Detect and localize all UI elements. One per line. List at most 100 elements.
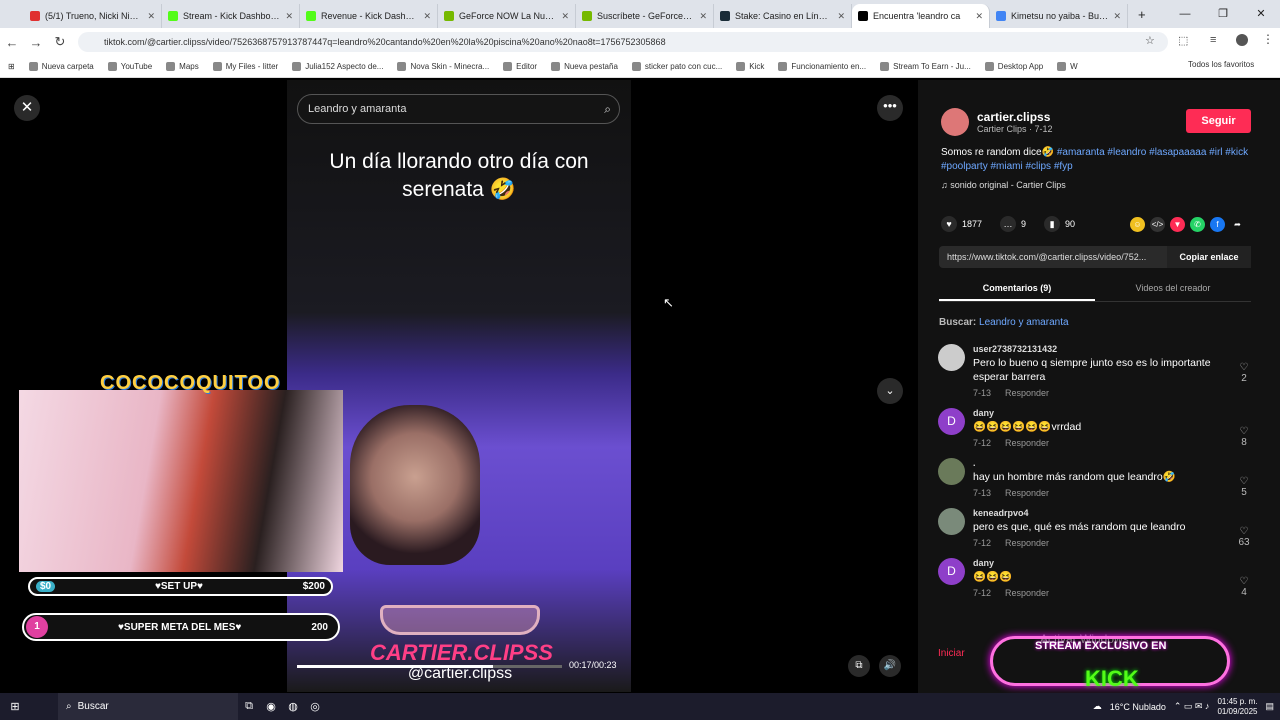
- copy-link-button[interactable]: Copiar enlace: [1167, 246, 1251, 268]
- back-icon[interactable]: ←: [0, 35, 24, 50]
- new-tab-icon[interactable]: +: [1138, 7, 1146, 22]
- obs-icon[interactable]: ◎: [304, 700, 326, 713]
- forward-icon[interactable]: →: [24, 35, 48, 50]
- more-icon[interactable]: •••: [877, 95, 903, 121]
- browser-tab[interactable]: Encuentra 'leandro ca ✕: [852, 4, 990, 28]
- chrome-icon[interactable]: ◉: [260, 700, 282, 713]
- comment-username[interactable]: dany: [973, 558, 1253, 568]
- heart-icon[interactable]: ♡: [1235, 362, 1253, 373]
- avatar[interactable]: D: [938, 558, 965, 585]
- avatar[interactable]: [938, 508, 965, 535]
- reply-button[interactable]: Responder: [1005, 588, 1049, 598]
- comment-username[interactable]: keneadrpvo4: [973, 508, 1253, 518]
- comment-like[interactable]: ♡ 5: [1235, 476, 1253, 498]
- profile-avatar[interactable]: [1236, 34, 1248, 46]
- maximize-icon[interactable]: ❐: [1204, 0, 1242, 28]
- facebook-icon[interactable]: f: [1210, 217, 1225, 232]
- heart-icon[interactable]: ♥: [941, 216, 957, 232]
- tab-creator-videos[interactable]: Videos del creador: [1095, 280, 1251, 301]
- whatsapp-icon[interactable]: ✆: [1190, 217, 1205, 232]
- comment-like[interactable]: ♡ 2: [1235, 362, 1253, 384]
- avatar[interactable]: [938, 344, 965, 371]
- comment-like[interactable]: ♡ 63: [1235, 526, 1253, 548]
- bookmark-item[interactable]: Nueva pestaña: [551, 62, 618, 71]
- close-tab-icon[interactable]: ✕: [147, 11, 155, 22]
- weather-text[interactable]: 16°C Nublado: [1110, 702, 1166, 712]
- bookmark-icon[interactable]: ▮: [1044, 216, 1061, 232]
- close-tab-icon[interactable]: ✕: [837, 11, 845, 22]
- avatar[interactable]: D: [938, 408, 965, 435]
- close-tab-icon[interactable]: ✕: [975, 11, 983, 22]
- search-input[interactable]: Leandro y amaranta ⌕: [297, 94, 620, 124]
- reply-button[interactable]: Responder: [1005, 538, 1049, 548]
- comment-icon[interactable]: …: [1000, 216, 1017, 232]
- comment-username[interactable]: .: [973, 458, 1253, 468]
- heart-icon[interactable]: ♡: [1235, 576, 1253, 587]
- browser-tab[interactable]: Revenue - Kick Dashboard ✕: [300, 4, 438, 28]
- comment-like[interactable]: ♡ 8: [1235, 426, 1253, 448]
- bookmark-item[interactable]: Maps: [166, 62, 199, 71]
- reload-icon[interactable]: ↻: [48, 34, 72, 50]
- apps-icon[interactable]: ⊞: [8, 62, 15, 71]
- extensions-icon[interactable]: ⬚: [1178, 34, 1188, 47]
- comment-username[interactable]: user2738732131432: [973, 344, 1253, 354]
- url-input[interactable]: tiktok.com/@cartier.clipss/video/7526368…: [78, 32, 1168, 52]
- heart-icon[interactable]: ♡: [1235, 526, 1253, 537]
- avatar[interactable]: [938, 458, 965, 485]
- bookmark-item[interactable]: Julia152 Aspecto de...: [292, 62, 383, 71]
- bookmark-item[interactable]: Stream To Earn - Ju...: [880, 62, 971, 71]
- bookmark-item[interactable]: Desktop App: [984, 62, 1043, 71]
- close-tab-icon[interactable]: ✕: [561, 11, 569, 22]
- star-icon[interactable]: ☆: [1145, 34, 1155, 47]
- sound-link[interactable]: ♫ sonido original - Cartier Clips: [941, 180, 1066, 190]
- heart-icon[interactable]: ♡: [1235, 476, 1253, 487]
- share-arrow-icon[interactable]: ➦: [1230, 217, 1245, 232]
- bookmark-item[interactable]: My Files - Iitter: [212, 62, 278, 71]
- browser-tab[interactable]: GeForce NOW La Nueva ✕: [438, 4, 576, 28]
- browser-tab[interactable]: Stake: Casino en Línea y ✕: [714, 4, 852, 28]
- bookmark-item[interactable]: Editor: [503, 62, 537, 71]
- progress-bar[interactable]: [297, 665, 562, 668]
- bookmark-item[interactable]: Kick: [736, 62, 764, 71]
- close-icon[interactable]: ✕: [14, 95, 40, 121]
- chevron-down-icon[interactable]: ⌄: [877, 378, 903, 404]
- task-view-icon[interactable]: ⧉: [238, 700, 260, 713]
- send-icon[interactable]: ▼: [1170, 217, 1185, 232]
- tab-comments[interactable]: Comentarios (9): [939, 280, 1095, 301]
- bookmark-item[interactable]: Nueva carpeta: [28, 62, 94, 71]
- reading-list-icon[interactable]: ≡: [1210, 34, 1216, 46]
- bookmark-item[interactable]: Funcionamiento en...: [778, 62, 866, 71]
- creator-username[interactable]: cartier.clipss: [977, 110, 1053, 124]
- discord-icon[interactable]: ◍: [282, 700, 304, 713]
- close-tab-icon[interactable]: ✕: [285, 11, 293, 22]
- avatar[interactable]: [941, 108, 969, 136]
- search-icon[interactable]: ⌕: [604, 95, 611, 123]
- bookmark-item[interactable]: YouTube: [107, 62, 152, 71]
- coin-icon[interactable]: ☺: [1130, 217, 1145, 232]
- minimize-icon[interactable]: —: [1166, 0, 1204, 28]
- browser-tab[interactable]: Stream - Kick Dashboard ✕: [162, 4, 300, 28]
- windows-start-icon[interactable]: ⊞: [4, 700, 26, 713]
- browser-tab[interactable]: Kimetsu no yaiba - Buscar ✕: [990, 4, 1128, 28]
- follow-button[interactable]: Seguir: [1186, 109, 1251, 133]
- clock[interactable]: 01:45 p. m. 01/09/2025: [1217, 697, 1257, 717]
- taskbar-search[interactable]: ⌕ Buscar: [58, 693, 238, 720]
- close-tab-icon[interactable]: ✕: [699, 11, 707, 22]
- comment-username[interactable]: dany: [973, 408, 1253, 418]
- browser-tab[interactable]: (5/1) Trueno, Nicki Nicole ✕: [24, 4, 162, 28]
- share-link[interactable]: https://www.tiktok.com/@cartier.clipss/v…: [939, 252, 1167, 262]
- comment-like[interactable]: ♡ 4: [1235, 576, 1253, 598]
- tray-icons[interactable]: ⌃ ▭ ✉ ♪: [1174, 701, 1210, 712]
- related-search-value[interactable]: Leandro y amaranta: [979, 317, 1069, 328]
- reply-button[interactable]: Responder: [1005, 438, 1049, 448]
- heart-icon[interactable]: ♡: [1235, 426, 1253, 437]
- related-search[interactable]: Buscar: Leandro y amaranta: [939, 317, 1069, 328]
- menu-icon[interactable]: ⋮: [1262, 32, 1274, 46]
- bookmark-item[interactable]: sticker pato con cuc...: [631, 62, 722, 71]
- close-tab-icon[interactable]: ✕: [1113, 11, 1121, 22]
- notification-icon[interactable]: ▤: [1265, 701, 1274, 712]
- login-link[interactable]: Iniciar: [938, 648, 988, 659]
- bookmark-item[interactable]: W: [1057, 62, 1078, 71]
- reply-button[interactable]: Responder: [1005, 388, 1049, 398]
- pip-icon[interactable]: ⧉: [848, 655, 870, 677]
